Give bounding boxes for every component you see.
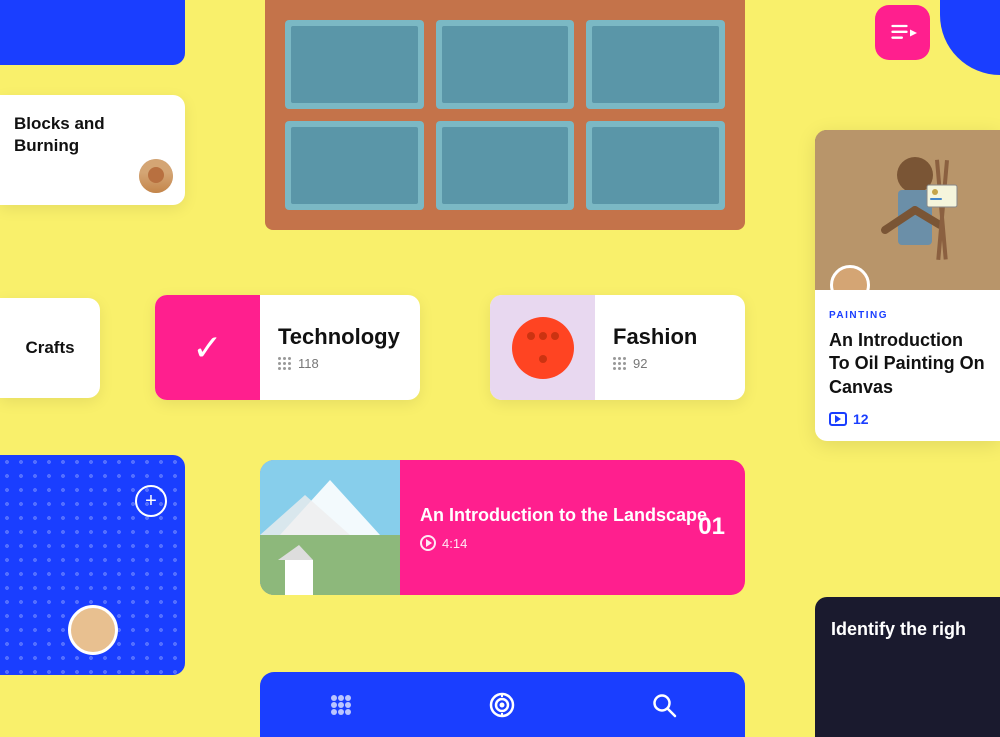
landscape-duration: 4:14	[420, 535, 725, 551]
add-button[interactable]: +	[135, 485, 167, 517]
painting-lessons-row: 12	[829, 411, 986, 427]
lessons-count: 12	[853, 411, 869, 427]
technology-count: 118	[298, 356, 319, 371]
bottom-navigation	[260, 672, 745, 737]
dots-grid-nav-icon	[327, 691, 355, 719]
person-avatar	[68, 605, 118, 655]
fashion-content: Fashion 92	[595, 324, 715, 371]
painting-thumbnail	[815, 130, 1000, 290]
blocks-burning-card[interactable]: Blocks and Burning	[0, 95, 185, 205]
nav-dots-button[interactable]	[319, 683, 363, 727]
dots-grid-icon	[278, 357, 292, 371]
painting-body: PAINTING An Introduction To Oil Painting…	[815, 290, 1000, 441]
technology-count-row: 118	[278, 356, 400, 371]
list-play-icon	[889, 19, 917, 47]
video-play-triangle	[835, 415, 841, 423]
painting-category-label: PAINTING	[829, 310, 986, 321]
dots-grid-icon	[613, 357, 627, 371]
nav-search-button[interactable]	[642, 683, 686, 727]
painting-course-card[interactable]: PAINTING An Introduction To Oil Painting…	[815, 130, 1000, 441]
fashion-title: Fashion	[613, 324, 697, 350]
crafts-label: Crafts	[25, 338, 74, 358]
landscape-content: An Introduction to the Landscape 4:14 01	[400, 486, 745, 569]
dark-course-card[interactable]: Identify the righ	[815, 597, 1000, 737]
checkmark-icon: ✓	[192, 327, 222, 369]
technology-content: Technology 118	[260, 324, 418, 371]
technology-card[interactable]: ✓ Technology 118	[155, 295, 420, 400]
blue-arc-decoration	[940, 0, 1000, 75]
landscape-course-card[interactable]: An Introduction to the Landscape 4:14 01	[260, 460, 745, 595]
target-nav-icon	[488, 691, 516, 719]
landscape-thumbnail	[260, 460, 400, 595]
fashion-count-row: 92	[613, 356, 697, 371]
dark-card-text: Identify the righ	[831, 617, 984, 642]
play-triangle	[426, 539, 432, 547]
avatar	[139, 159, 173, 193]
technology-thumbnail: ✓	[155, 295, 260, 400]
fashion-count: 92	[633, 356, 647, 371]
play-icon	[420, 535, 436, 551]
button-decoration	[512, 317, 574, 379]
blue-header-block	[0, 0, 185, 65]
building-image	[265, 0, 745, 230]
card-title: Blocks and Burning	[14, 113, 171, 157]
nav-target-button[interactable]	[480, 683, 524, 727]
duration-text: 4:14	[442, 536, 467, 551]
crafts-card[interactable]: Crafts	[0, 298, 100, 398]
blue-dotted-panel: +	[0, 455, 185, 675]
episode-number: 01	[698, 513, 725, 541]
menu-icon-button[interactable]	[875, 5, 930, 60]
video-icon	[829, 412, 847, 426]
fashion-thumbnail	[490, 295, 595, 400]
search-nav-icon	[651, 692, 677, 718]
painting-title: An Introduction To Oil Painting On Canva…	[829, 329, 986, 399]
technology-title: Technology	[278, 324, 400, 350]
fashion-card[interactable]: Fashion 92	[490, 295, 745, 400]
landscape-title: An Introduction to the Landscape	[420, 504, 725, 527]
